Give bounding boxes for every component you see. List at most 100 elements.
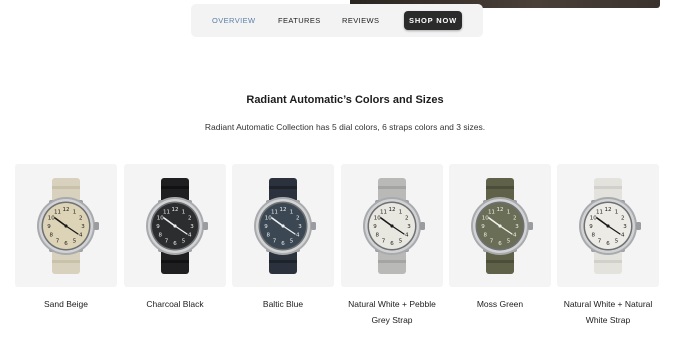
svg-text:5: 5: [615, 239, 619, 245]
svg-text:12: 12: [605, 207, 612, 213]
svg-text:8: 8: [267, 233, 271, 239]
svg-text:6: 6: [64, 241, 68, 247]
product-color-label[interactable]: Sand Beige: [15, 296, 117, 312]
svg-text:9: 9: [589, 224, 593, 230]
watch-image[interactable]: 1 2 3 4 5 6 7 8 9 10 11 12: [449, 164, 551, 287]
svg-text:10: 10: [157, 216, 164, 222]
svg-text:6: 6: [390, 241, 394, 247]
watch-image[interactable]: 1 2 3 4 5 6 7 8 9 10 11 12: [15, 164, 117, 287]
svg-text:5: 5: [182, 239, 186, 245]
svg-text:10: 10: [374, 216, 381, 222]
watch-icon: 1234567891011 12: [254, 178, 316, 274]
svg-text:4: 4: [621, 233, 625, 239]
product-card[interactable]: 1 2 3 4 5 6 7 8 9 10 11 12 Natural White + Natural W…: [557, 164, 659, 328]
svg-text:8: 8: [484, 233, 488, 239]
product-nav-bar: OVERVIEW FEATURES REVIEWS SHOP NOW: [191, 4, 483, 37]
svg-text:12: 12: [497, 207, 504, 213]
svg-text:2: 2: [621, 216, 625, 222]
product-color-label[interactable]: Charcoal Black: [124, 296, 226, 312]
product-card[interactable]: 1 2 3 4 5 6 7 8 9 10 11 12 Moss Green: [449, 164, 551, 312]
svg-text:7: 7: [165, 239, 169, 245]
svg-text:3: 3: [81, 224, 85, 230]
svg-text:6: 6: [281, 241, 285, 247]
product-color-label[interactable]: Natural White + Natural White Strap: [557, 296, 659, 328]
watch-image[interactable]: 1 2 3 4 5 6 7 8 9 10 11 12: [341, 164, 443, 287]
svg-text:10: 10: [590, 216, 597, 222]
svg-text:1: 1: [290, 209, 294, 215]
svg-text:1: 1: [399, 209, 403, 215]
product-color-label[interactable]: Natural White + Pebble Grey Strap: [341, 296, 443, 328]
product-color-label[interactable]: Moss Green: [449, 296, 551, 312]
svg-text:9: 9: [481, 224, 485, 230]
svg-text:4: 4: [513, 233, 517, 239]
svg-text:7: 7: [598, 239, 602, 245]
svg-text:12: 12: [280, 207, 287, 213]
watch-image[interactable]: 1 2 3 4 5 6 7 8 9 10 11 12: [232, 164, 334, 287]
svg-text:11: 11: [488, 209, 495, 215]
svg-text:4: 4: [296, 233, 300, 239]
svg-text:6: 6: [173, 241, 177, 247]
svg-text:11: 11: [271, 209, 278, 215]
svg-text:3: 3: [190, 224, 194, 230]
svg-text:9: 9: [47, 224, 51, 230]
svg-text:9: 9: [373, 224, 377, 230]
svg-text:1: 1: [73, 209, 77, 215]
svg-text:11: 11: [163, 209, 170, 215]
product-card[interactable]: 1 2 3 4 5 6 7 8 9 10 11 12 Natural White + Pebble Gr…: [341, 164, 443, 328]
svg-text:8: 8: [592, 233, 596, 239]
svg-text:2: 2: [296, 216, 300, 222]
svg-text:4: 4: [188, 233, 192, 239]
nav-features-link[interactable]: FEATURES: [278, 4, 321, 37]
svg-text:2: 2: [405, 216, 409, 222]
svg-text:3: 3: [298, 224, 302, 230]
svg-text:2: 2: [513, 216, 517, 222]
svg-text:6: 6: [498, 241, 502, 247]
nav-reviews-link[interactable]: REVIEWS: [342, 4, 379, 37]
svg-text:5: 5: [399, 239, 403, 245]
svg-text:12: 12: [172, 207, 179, 213]
svg-text:1: 1: [507, 209, 511, 215]
watch-image[interactable]: 1 2 3 4 5 6 7 8 9 10 11 12: [557, 164, 659, 287]
svg-text:11: 11: [596, 209, 603, 215]
svg-text:5: 5: [507, 239, 511, 245]
product-card[interactable]: 1 2 3 4 5 6 7 8 9 10 11 12 Baltic Blue: [232, 164, 334, 312]
watch-icon: 1234567891011 12: [579, 178, 641, 274]
svg-text:11: 11: [54, 209, 61, 215]
shop-now-button[interactable]: SHOP NOW: [404, 11, 462, 30]
svg-text:2: 2: [188, 216, 192, 222]
watch-icon: 1234567891011 12: [363, 178, 425, 274]
svg-text:2: 2: [79, 216, 83, 222]
svg-text:3: 3: [407, 224, 411, 230]
svg-text:10: 10: [48, 216, 55, 222]
watch-icon: 1234567891011 12: [37, 178, 99, 274]
product-card[interactable]: 1 2 3 4 5 6 7 8 9 10 11 12 Sand Beige: [15, 164, 117, 312]
svg-text:6: 6: [606, 241, 610, 247]
svg-text:4: 4: [79, 233, 83, 239]
svg-text:5: 5: [290, 239, 294, 245]
svg-text:7: 7: [273, 239, 277, 245]
nav-overview-link[interactable]: OVERVIEW: [212, 4, 256, 37]
svg-text:12: 12: [389, 207, 396, 213]
svg-text:3: 3: [623, 224, 627, 230]
section-subtitle: Radiant Automatic Collection has 5 dial …: [204, 122, 486, 132]
svg-text:10: 10: [482, 216, 489, 222]
watch-icon: 1234567891011 12: [146, 178, 208, 274]
svg-text:5: 5: [73, 239, 77, 245]
svg-text:11: 11: [380, 209, 387, 215]
svg-text:8: 8: [376, 233, 380, 239]
svg-text:1: 1: [182, 209, 186, 215]
svg-text:8: 8: [159, 233, 163, 239]
svg-text:7: 7: [56, 239, 60, 245]
svg-text:9: 9: [264, 224, 268, 230]
svg-text:12: 12: [63, 207, 70, 213]
svg-text:4: 4: [405, 233, 409, 239]
watch-image[interactable]: 1 2 3 4 5 6 7 8 9 10 11 12: [124, 164, 226, 287]
product-card[interactable]: 1 2 3 4 5 6 7 8 9 10 11 12 Charcoal Black: [124, 164, 226, 312]
svg-text:7: 7: [382, 239, 386, 245]
svg-text:8: 8: [50, 233, 54, 239]
section-title: Radiant Automatic’s Colors and Sizes: [246, 94, 444, 106]
product-color-label[interactable]: Baltic Blue: [232, 296, 334, 312]
svg-text:1: 1: [615, 209, 619, 215]
watch-icon: 1234567891011 12: [471, 178, 533, 274]
svg-text:3: 3: [515, 224, 519, 230]
